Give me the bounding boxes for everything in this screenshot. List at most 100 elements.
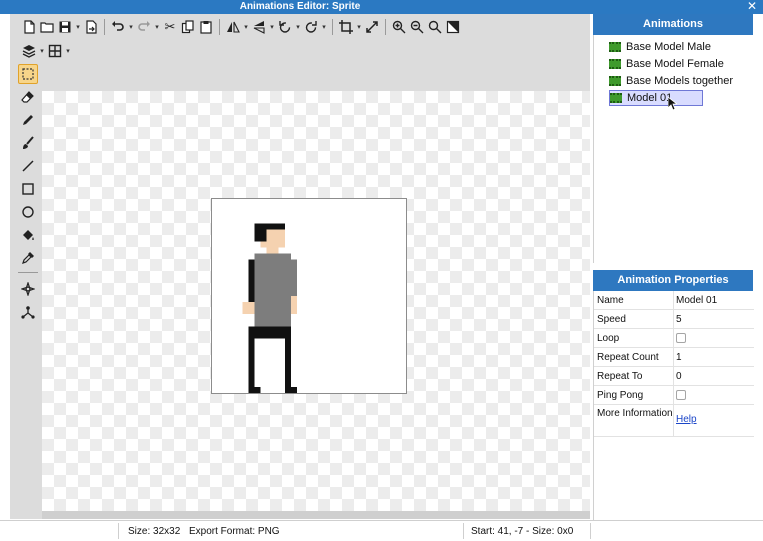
rectangle-icon[interactable]: [18, 179, 38, 199]
open-folder-icon[interactable]: [38, 18, 56, 36]
animation-item-selected[interactable]: Model 01: [609, 90, 704, 106]
film-icon: [609, 59, 621, 69]
cursor-info-status: Start: 41, -7 - Size: 0x0: [471, 526, 574, 537]
window-title: Animations Editor: Sprite: [239, 1, 361, 12]
property-row-loop: Loop: [594, 329, 754, 348]
zoom-actual-icon[interactable]: [444, 18, 462, 36]
ellipse-icon[interactable]: [18, 202, 38, 222]
rotate-right-icon[interactable]: [302, 18, 320, 36]
copy-icon[interactable]: [179, 18, 197, 36]
help-link[interactable]: Help: [676, 414, 697, 425]
sprite-editor: ▾ ▾ ▾ ✂ ▾ ▾ ▾ ▾ ▾ ▾ ▾: [10, 14, 590, 519]
brush-icon[interactable]: [18, 133, 38, 153]
tool-palette: [18, 64, 42, 325]
zoom-out-icon[interactable]: [408, 18, 426, 36]
fill-bucket-icon[interactable]: [18, 225, 38, 245]
property-key: More Information: [597, 408, 673, 419]
animation-label: Base Model Female: [626, 58, 724, 70]
properties-table: Name Model 01 Speed 5 Loop Repeat Count 1 R…: [593, 291, 754, 437]
repeat-count-field[interactable]: 1: [676, 352, 682, 363]
speed-field[interactable]: 5: [676, 314, 682, 325]
animation-label: Base Model Male: [626, 41, 711, 53]
property-key: Ping Pong: [597, 390, 644, 401]
eyedropper-icon[interactable]: [18, 248, 38, 268]
property-row-speed: Speed 5: [594, 310, 754, 329]
export-format-status: Export Format: PNG: [189, 526, 280, 537]
tool-separator: [18, 272, 38, 273]
line-icon[interactable]: [18, 156, 38, 176]
select-tool-icon[interactable]: [18, 64, 38, 84]
animation-label: Model 01: [627, 92, 673, 104]
sprite-size-status: Size: 32x32: [128, 526, 181, 537]
undo-dropdown[interactable]: ▾: [127, 23, 135, 31]
layers-dropdown[interactable]: ▾: [38, 47, 46, 55]
crop-icon[interactable]: [337, 18, 355, 36]
new-file-icon[interactable]: [20, 18, 38, 36]
animation-label: Base Models together: [626, 75, 734, 87]
flip-vertical-dropdown[interactable]: ▾: [268, 23, 276, 31]
app-window: Animations Editor: Sprite ✕ ▾ ▾ ▾ ✂ ▾ ▾ …: [0, 0, 763, 541]
grid-icon[interactable]: [46, 42, 64, 60]
rotate-left-icon[interactable]: [276, 18, 294, 36]
cut-icon[interactable]: ✂: [161, 18, 179, 36]
sprite-frame[interactable]: [211, 198, 407, 394]
move-point-icon[interactable]: [18, 279, 38, 299]
flip-horizontal-icon[interactable]: [224, 18, 242, 36]
paste-icon[interactable]: [197, 18, 215, 36]
animation-item[interactable]: Base Model Female: [609, 56, 724, 72]
grid-dropdown[interactable]: ▾: [64, 47, 72, 55]
redo-dropdown[interactable]: ▾: [153, 23, 161, 31]
property-key: Repeat To: [597, 371, 643, 382]
property-key: Loop: [597, 333, 620, 344]
redo-icon[interactable]: [135, 18, 153, 36]
canvas-scroll-area: [42, 511, 590, 519]
rotate-right-dropdown[interactable]: ▾: [320, 23, 328, 31]
zoom-in-icon[interactable]: [390, 18, 408, 36]
property-row-repeat-count: Repeat Count 1: [594, 348, 754, 367]
ping-pong-checkbox[interactable]: [676, 390, 686, 400]
export-icon[interactable]: [82, 18, 100, 36]
undo-icon[interactable]: [109, 18, 127, 36]
name-field[interactable]: Model 01: [676, 295, 717, 306]
toolbar-separator: [219, 19, 220, 35]
film-icon: [609, 42, 621, 52]
pencil-icon[interactable]: [18, 110, 38, 130]
layers-icon[interactable]: [20, 42, 38, 60]
mouse-cursor-icon: [668, 97, 677, 110]
film-icon: [609, 76, 621, 86]
animation-item[interactable]: Base Models together: [609, 73, 733, 89]
status-bar: Size: 32x32 Export Format: PNG Start: 41…: [0, 520, 763, 541]
toolbar-separator: [104, 19, 105, 35]
property-key: Speed: [597, 314, 626, 325]
secondary-toolbar: ▾ ▾: [20, 40, 72, 62]
properties-empty-area: [593, 437, 753, 520]
crop-dropdown[interactable]: ▾: [355, 23, 363, 31]
property-row-ping-pong: Ping Pong: [594, 386, 754, 405]
flip-horizontal-dropdown[interactable]: ▾: [242, 23, 250, 31]
resize-icon[interactable]: [363, 18, 381, 36]
loop-checkbox[interactable]: [676, 333, 686, 343]
save-dropdown[interactable]: ▾: [74, 23, 82, 31]
animations-panel-header: Animations: [593, 14, 753, 35]
film-icon: [610, 93, 622, 103]
toolbar-separator: [385, 19, 386, 35]
rotate-left-dropdown[interactable]: ▾: [294, 23, 302, 31]
repeat-to-field[interactable]: 0: [676, 371, 682, 382]
properties-panel-header: Animation Properties: [593, 270, 753, 291]
connect-nodes-icon[interactable]: [18, 302, 38, 322]
toolbar-separator: [332, 19, 333, 35]
zoom-fit-icon[interactable]: [426, 18, 444, 36]
save-icon[interactable]: [56, 18, 74, 36]
animation-item[interactable]: Base Model Male: [609, 39, 711, 55]
property-key: Name: [597, 295, 624, 306]
property-row-name: Name Model 01: [594, 291, 754, 310]
eraser-icon[interactable]: [18, 87, 38, 107]
property-row-repeat-to: Repeat To 0: [594, 367, 754, 386]
animations-list: Base Model Male Base Model Female Base M…: [593, 35, 753, 263]
main-toolbar: ▾ ▾ ▾ ✂ ▾ ▾ ▾ ▾ ▾: [20, 16, 462, 38]
flip-vertical-icon[interactable]: [250, 18, 268, 36]
property-row-more-information: More Information Help: [594, 405, 754, 437]
property-key: Repeat Count: [597, 352, 659, 363]
close-icon[interactable]: ✕: [747, 0, 757, 13]
sprite-pixel-art: [242, 223, 297, 393]
